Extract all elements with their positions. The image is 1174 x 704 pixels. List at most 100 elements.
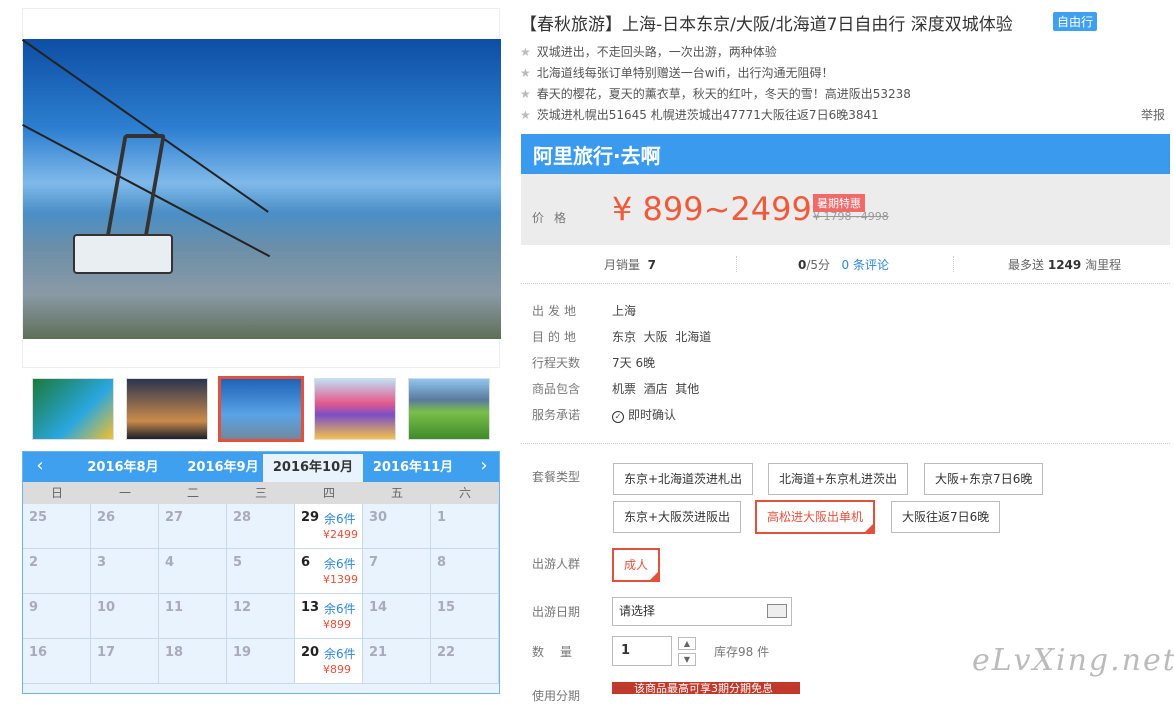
day-price: ¥1399 (323, 573, 358, 586)
weekday-label: 日 (50, 486, 63, 500)
calendar-day-cell: 9 (23, 594, 91, 639)
instant-confirm: ✓ 即时确认 (612, 406, 676, 423)
calendar-day-cell: 18 (159, 639, 227, 684)
calendar-icon[interactable] (767, 604, 787, 618)
package-option[interactable]: 东京+北海道茨进札出 (613, 463, 754, 495)
departure-calendar: ‹ 2016年8月 2016年9月 2016年10月 2016年11月 › 日 一… (22, 451, 500, 694)
tab-month-oct[interactable]: 2016年10月 (263, 454, 363, 482)
calendar-day-cell: 8 (431, 549, 499, 594)
divider (521, 443, 1170, 444)
day-number: 10 (97, 600, 116, 615)
crowd-option-adult[interactable]: 成人 (612, 548, 661, 582)
qty-decrease-icon[interactable]: ▼ (678, 653, 696, 666)
weekday-label: 三 (254, 486, 267, 500)
thumbnail-1[interactable] (32, 378, 114, 440)
day-number: 19 (233, 645, 252, 660)
day-number: 14 (369, 600, 388, 615)
package-option-selected[interactable]: 高松进大阪出单机 (755, 500, 876, 534)
day-price: ¥899 (323, 618, 351, 631)
date-picker-input[interactable]: 请选择 (612, 597, 792, 626)
calendar-day-cell: 21 (363, 639, 431, 684)
points-reward: 最多送 1249 淘里程 (1008, 258, 1122, 272)
day-number: 4 (165, 555, 175, 570)
thumbnail-2[interactable] (126, 378, 208, 440)
day-number: 6 (301, 555, 311, 570)
weekday-label: 四 (322, 486, 335, 500)
date-label: 出游日期 (532, 605, 581, 619)
qty-label: 数量 (532, 645, 589, 659)
calendar-day-cell: 25 (23, 504, 91, 549)
thumbnail-3-selected[interactable] (218, 376, 304, 442)
calendar-day-cell: 22 (431, 639, 499, 684)
stock-text: 库存98 件 (714, 645, 770, 659)
day-price: ¥2499 (323, 528, 358, 541)
star-icon: ★ (520, 45, 531, 59)
calendar-day-cell[interactable]: 13 余6件 ¥899 (295, 594, 363, 639)
weekday-label: 六 (458, 486, 471, 500)
package-option[interactable]: 大阪+东京7日6晚 (924, 463, 1044, 495)
remaining-stock: 余6件 (324, 557, 356, 571)
day-price: ¥899 (323, 663, 351, 676)
calendar-day-cell: 4 (159, 549, 227, 594)
day-number: 13 (301, 600, 320, 615)
calendar-day-cell: 5 (227, 549, 295, 594)
day-number: 17 (97, 645, 116, 660)
remaining-stock: 余6件 (324, 512, 356, 526)
quantity-input[interactable]: 1 (612, 636, 672, 666)
calendar-day-cell: 3 (91, 549, 159, 594)
watermark: eLvXing.net (972, 643, 1174, 678)
weekday-label: 一 (118, 486, 131, 500)
main-photo-frame (21, 8, 501, 368)
package-option[interactable]: 大阪往返7日6晚 (891, 501, 1001, 533)
stat-divider (953, 256, 954, 272)
calendar-day-cell: 14 (363, 594, 431, 639)
calendar-day-cell: 12 (227, 594, 295, 639)
star-icon: ★ (520, 87, 531, 101)
day-number: 18 (165, 645, 184, 660)
installment-badge[interactable]: 该商品最高可享3期分期免息 (612, 682, 800, 695)
qty-increase-icon[interactable]: ▲ (678, 637, 696, 650)
next-month-icon[interactable]: › (469, 452, 499, 482)
calendar-day-cell[interactable]: 29 余6件 ¥2499 (295, 504, 363, 549)
thumbnail-4[interactable] (314, 378, 396, 440)
calendar-day-cell: 11 (159, 594, 227, 639)
tab-month-sep[interactable]: 2016年9月 (173, 454, 273, 482)
price-value: ¥ 899~2499 (612, 190, 812, 228)
alitrip-logo: 阿里旅行·去啊 (533, 144, 661, 168)
stat-divider (736, 256, 737, 272)
day-number: 5 (233, 555, 243, 570)
report-link[interactable]: 举报 (1141, 106, 1165, 123)
package-option[interactable]: 东京+大阪茨进阪出 (613, 501, 742, 533)
star-icon: ★ (520, 108, 531, 122)
info-label: 目的地 (532, 330, 581, 344)
calendar-day-cell[interactable]: 6 余6件 ¥1399 (295, 549, 363, 594)
remaining-stock: 余6件 (324, 602, 356, 616)
calendar-day-cell: 2 (23, 549, 91, 594)
prev-month-icon[interactable]: ‹ (25, 452, 55, 482)
info-value: 机票 酒店 其他 (612, 382, 700, 396)
tab-month-aug[interactable]: 2016年8月 (73, 454, 173, 482)
original-price: ¥ 1798~4998 (813, 210, 889, 223)
calendar-day-cell: 7 (363, 549, 431, 594)
day-number: 8 (437, 555, 447, 570)
package-option[interactable]: 北海道+东京札进茨出 (768, 463, 909, 495)
calendar-day-cell: 28 (227, 504, 295, 549)
tab-month-nov[interactable]: 2016年11月 (363, 454, 463, 482)
day-number: 27 (165, 510, 184, 525)
day-number: 12 (233, 600, 252, 615)
feature-item: ★ 北海道线每张订单特别赠送一台wifi，出行沟通无阻碍！ (520, 66, 834, 80)
day-number: 3 (97, 555, 107, 570)
calendar-day-cell: 16 (23, 639, 91, 684)
brand-tag: 【春秋旅游】 (520, 15, 622, 35)
info-label: 行程天数 (532, 356, 581, 370)
reviews-link[interactable]: 0 条评论 (842, 258, 889, 272)
day-number: 15 (437, 600, 456, 615)
thumbnail-5[interactable] (408, 378, 490, 440)
package-label: 套餐类型 (532, 470, 581, 484)
info-label: 服务承诺 (532, 408, 581, 422)
calendar-day-cell[interactable]: 20 余6件 ¥899 (295, 639, 363, 684)
product-title: 【春秋旅游】上海-日本东京/大阪/北海道7日自由行 深度双城体验 (520, 10, 1013, 35)
day-number: 30 (369, 510, 388, 525)
calendar-day-cell: 17 (91, 639, 159, 684)
day-number: 25 (29, 510, 48, 525)
